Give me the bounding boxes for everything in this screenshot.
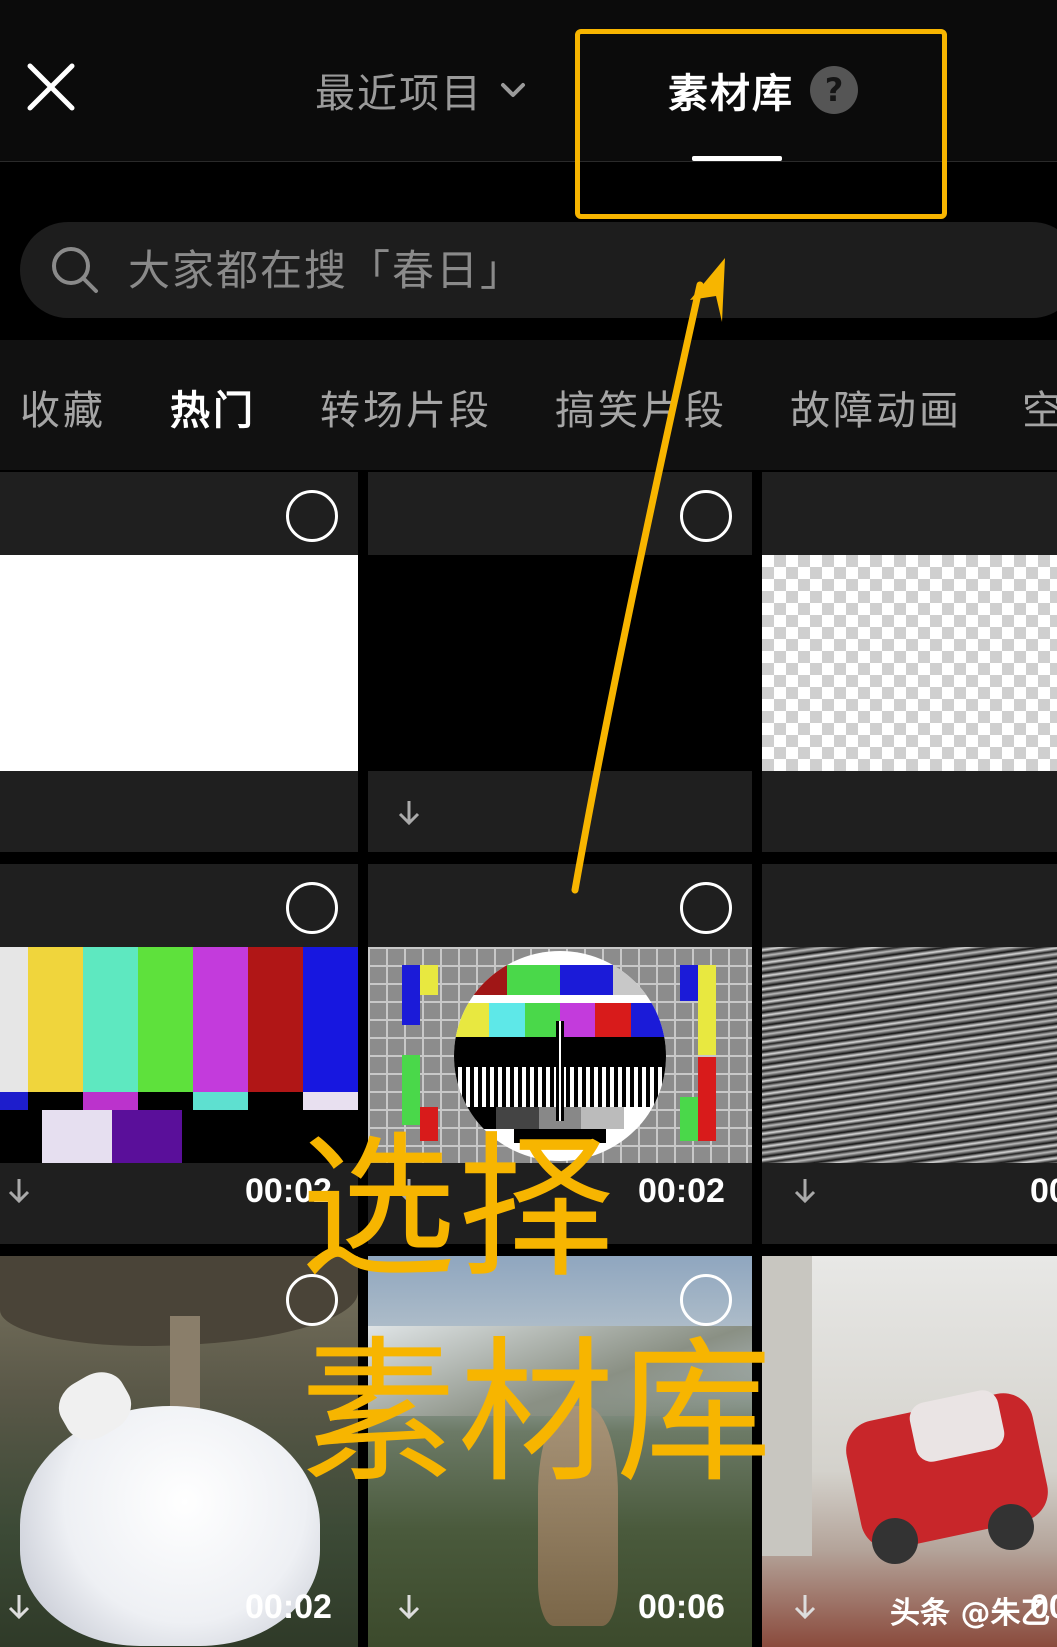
category-funny-clips[interactable]: 搞笑片段 — [555, 378, 727, 436]
select-circle[interactable] — [680, 882, 732, 934]
search-input[interactable] — [128, 245, 928, 295]
duration-label: 00 — [1030, 1172, 1057, 1210]
duration-label: 00:02 — [638, 1172, 725, 1210]
select-circle[interactable] — [286, 882, 338, 934]
select-circle[interactable] — [680, 490, 732, 542]
category-hot[interactable]: 热门 — [170, 378, 256, 436]
close-button[interactable] — [22, 58, 80, 116]
select-circle[interactable] — [286, 490, 338, 542]
close-icon — [27, 63, 75, 111]
duration-label: 00:02 — [245, 1588, 332, 1626]
material-card-transparent[interactable] — [762, 472, 1057, 852]
material-card-black[interactable] — [368, 472, 752, 852]
search-icon — [48, 243, 102, 297]
category-blank[interactable]: 空 — [1022, 378, 1057, 436]
download-icon[interactable] — [394, 1592, 424, 1622]
category-tabs: 收藏 热门 转场片段 搞笑片段 故障动画 空 — [0, 340, 1057, 470]
tab-recent-label: 最近项目 — [315, 71, 483, 117]
watermark: 头条 @朱乙 — [890, 1596, 1051, 1631]
tab-recent-projects[interactable]: 最近项目 — [315, 62, 529, 118]
thumbnail — [762, 555, 1057, 771]
download-icon[interactable] — [394, 798, 424, 828]
select-circle[interactable] — [680, 1274, 732, 1326]
duration-label: 00:06 — [638, 1588, 725, 1626]
thumbnail — [0, 555, 358, 771]
category-glitch-animation[interactable]: 故障动画 — [790, 378, 962, 436]
download-icon[interactable] — [4, 1592, 34, 1622]
category-transition-clips[interactable]: 转场片段 — [320, 378, 492, 436]
thumbnail — [368, 555, 752, 771]
material-card-white[interactable] — [0, 472, 358, 852]
annotation-text-library: 素材库 — [300, 1322, 774, 1504]
highlight-box — [575, 29, 947, 219]
category-favorites[interactable]: 收藏 — [20, 378, 106, 436]
thumbnail — [762, 947, 1057, 1163]
download-icon[interactable] — [790, 1592, 820, 1622]
annotation-text-select: 选择 — [300, 1117, 616, 1299]
chevron-down-icon — [497, 74, 529, 106]
download-icon[interactable] — [790, 1176, 820, 1206]
material-card-static-noise[interactable]: 00 — [762, 864, 1057, 1244]
search-bar[interactable] — [20, 222, 1057, 318]
download-icon[interactable] — [4, 1176, 34, 1206]
